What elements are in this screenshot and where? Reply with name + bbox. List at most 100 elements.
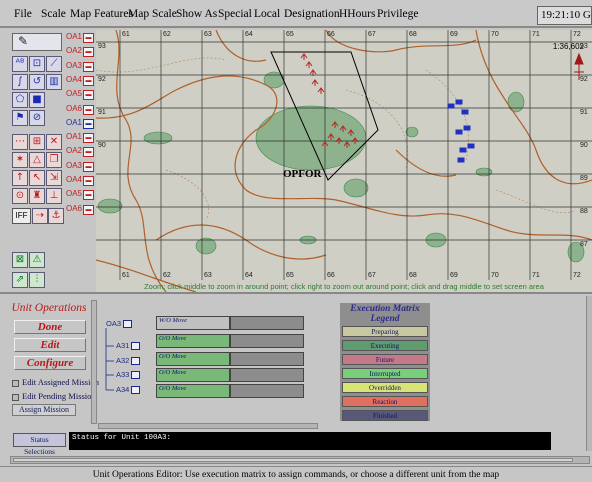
unit-list-item[interactable]: OA1 ▬: [66, 32, 96, 46]
select-tool-button[interactable]: ✎: [12, 33, 62, 51]
text-tool-icon[interactable]: ᴬᴮ: [12, 56, 28, 72]
unit-list-item[interactable]: OA4 ▬: [66, 75, 96, 89]
tree-child-unit[interactable]: A33: [116, 370, 141, 380]
tower-tool-icon[interactable]: ♜: [29, 188, 45, 204]
matrix-cell-command[interactable]: W/O Move: [156, 316, 230, 330]
matrix-cell-empty[interactable]: [230, 368, 304, 382]
matrix-cell-command[interactable]: O/O Move: [156, 334, 230, 348]
unit-label: OA6: [66, 103, 83, 113]
matrix-cell-command[interactable]: O/O Move: [156, 352, 230, 366]
contour-line: [425, 69, 469, 161]
diag-arrow-tool-icon[interactable]: ↖: [29, 170, 45, 186]
menu-special[interactable]: Special: [218, 8, 252, 20]
edit-button[interactable]: Edit: [14, 338, 86, 352]
unit-list-item[interactable]: OA2 ▬: [66, 146, 96, 160]
minefield-tool-icon[interactable]: ⋯: [12, 134, 28, 150]
circle-tool-icon[interactable]: ⊘: [29, 110, 45, 126]
unit-list-item[interactable]: OA3 ▬: [66, 61, 96, 75]
blufor-unit-icon: [455, 129, 463, 135]
matrix-row[interactable]: W/O Move: [156, 316, 304, 330]
anchor-tool-icon[interactable]: ⚓: [48, 208, 64, 224]
warning-toggle-icon[interactable]: ⚠: [29, 252, 45, 268]
unit-list-item[interactable]: OA1 ▬: [66, 132, 96, 146]
grid-toggle-icon[interactable]: ⊠: [12, 252, 28, 268]
obstacle-tool-icon[interactable]: ⊞: [29, 134, 45, 150]
matrix-cell-empty[interactable]: [230, 334, 304, 348]
route-tool-icon[interactable]: ⇢: [32, 208, 48, 224]
menu-bar: File Scale Map Features Map Scale Show A…: [0, 0, 592, 28]
forest-area: [507, 91, 525, 113]
curve-tool-icon[interactable]: ∫: [12, 74, 28, 90]
layer-tool-icon[interactable]: ⫶: [29, 272, 45, 288]
tree-child-unit[interactable]: A31: [116, 341, 141, 351]
matrix-cell-empty[interactable]: [230, 316, 304, 330]
unit-list-item[interactable]: OA1 ▬: [66, 118, 96, 132]
matrix-cell-empty[interactable]: [230, 384, 304, 398]
unit-list-item[interactable]: OA6 ▬: [66, 204, 96, 218]
matrix-cell-command[interactable]: O/O Move: [156, 368, 230, 382]
edit-pending-mission-toggle[interactable]: Edit Pending Mission: [12, 391, 96, 401]
bottom-horizontal-scrollbar[interactable]: [10, 456, 590, 464]
unit-list-item[interactable]: OA6 ▬: [66, 104, 96, 118]
unit-list-item[interactable]: OA5 ▬: [66, 89, 96, 103]
edit-assigned-mission-toggle[interactable]: Edit Assigned Mission: [12, 377, 99, 387]
arc-tool-icon[interactable]: ↺: [29, 74, 45, 90]
right-vertical-scrollbar[interactable]: [586, 296, 592, 451]
forest-area: [195, 237, 217, 255]
menu-privilege[interactable]: Privilege: [377, 8, 419, 20]
opfor-unit-icon: [311, 79, 319, 86]
menu-local[interactable]: Local: [254, 8, 280, 20]
unit-list-item[interactable]: OA3 ▬: [66, 161, 96, 175]
menu-scale[interactable]: Scale: [41, 8, 66, 20]
tree-child-unit[interactable]: A34: [116, 385, 141, 395]
assign-mission-button[interactable]: Assign Mission: [12, 404, 76, 416]
matrix-row[interactable]: O/O Move: [156, 352, 304, 366]
execution-matrix: W/O Move O/O Move O/O Move O/O Move O/O …: [156, 316, 306, 402]
fill-tool-icon[interactable]: ■: [29, 92, 45, 108]
panel-splitter[interactable]: [91, 300, 97, 424]
unit-label: OA5: [66, 89, 83, 99]
grid-label-bottom: 61: [122, 272, 130, 279]
menu-designation[interactable]: Designation: [284, 8, 340, 20]
matrix-row[interactable]: O/O Move: [156, 334, 304, 348]
target-tool-icon[interactable]: ⊙: [12, 188, 28, 204]
cross-tool-icon[interactable]: ✕: [46, 134, 62, 150]
flag-tool-icon[interactable]: ⚑: [12, 110, 28, 126]
map-canvas[interactable]: [96, 30, 592, 292]
menu-map-features[interactable]: Map Features: [70, 8, 133, 20]
matrix-cell-empty[interactable]: [230, 352, 304, 366]
grid-label-bottom: 72: [573, 272, 581, 279]
configure-button[interactable]: Configure: [14, 356, 86, 370]
copy-tool-icon[interactable]: ❐: [46, 152, 62, 168]
contour-line: [495, 189, 577, 214]
unit-list-item[interactable]: OA5 ▬: [66, 189, 96, 203]
triangle-tool-icon[interactable]: △: [29, 152, 45, 168]
star-tool-icon[interactable]: ✶: [12, 152, 28, 168]
matrix-row[interactable]: O/O Move: [156, 384, 304, 398]
box-tool-icon[interactable]: ▥: [46, 74, 62, 90]
menu-show-as[interactable]: Show As: [176, 8, 217, 20]
line-tool-icon[interactable]: ⟋: [46, 56, 62, 72]
menu-file[interactable]: File: [14, 8, 32, 20]
legend-title: Execution Matrix Legend: [340, 304, 430, 324]
tree-child-unit[interactable]: A32: [116, 356, 141, 366]
menu-hhours[interactable]: HHours: [339, 8, 375, 20]
export-tool-icon[interactable]: ⇗: [12, 272, 28, 288]
polygon-tool-icon[interactable]: ⬠: [12, 92, 28, 108]
bridge-tool-icon[interactable]: ⊥: [46, 188, 62, 204]
status-selections-button[interactable]: Status Selections: [13, 433, 66, 456]
tree-root-unit[interactable]: OA3: [106, 319, 133, 329]
matrix-row[interactable]: O/O Move: [156, 368, 304, 382]
tactical-map[interactable]: 1:36,602 OPFOR Zoom: click middle to zoo…: [96, 30, 592, 292]
unit-tool-icon[interactable]: ⊡: [29, 56, 45, 72]
exit-tool-icon[interactable]: ⇲: [46, 170, 62, 186]
unit-list-item[interactable]: OA2 ▬: [66, 46, 96, 60]
done-button[interactable]: Done: [14, 320, 86, 334]
menu-map-scale[interactable]: Map Scale: [128, 8, 177, 20]
iff-tool-button[interactable]: IFF: [12, 208, 31, 224]
unit-list-item[interactable]: OA4 ▬: [66, 175, 96, 189]
matrix-cell-command[interactable]: O/O Move: [156, 384, 230, 398]
matrix-horizontal-scrollbar[interactable]: [98, 423, 318, 429]
scrollbar-thumb[interactable]: [13, 458, 573, 462]
up-arrow-tool-icon[interactable]: ↑: [12, 170, 28, 186]
